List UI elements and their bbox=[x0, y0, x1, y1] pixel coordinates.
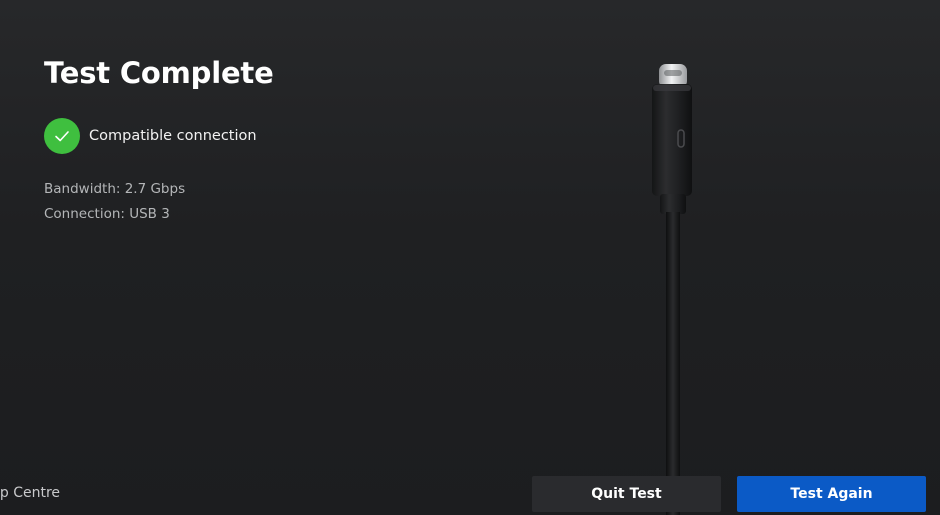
test-again-button[interactable]: Test Again bbox=[737, 476, 926, 512]
quit-test-button[interactable]: Quit Test bbox=[532, 476, 721, 512]
help-centre-link[interactable]: lp Centre bbox=[0, 485, 60, 501]
usb-c-cable-illustration bbox=[652, 64, 692, 515]
